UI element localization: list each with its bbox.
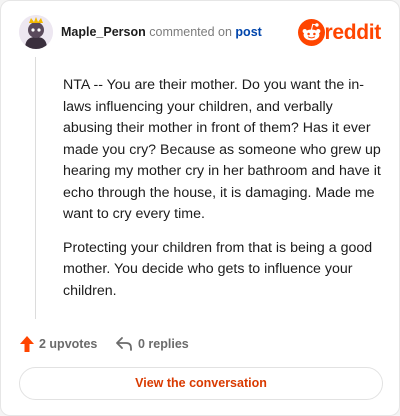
upvote-count: 2 upvotes	[39, 337, 98, 351]
upvote-arrow-icon	[20, 336, 34, 352]
upvote-button[interactable]: 2 upvotes	[19, 334, 97, 354]
comment-embed-card: Maple_Person commented on post reddit NT…	[0, 0, 400, 416]
byline-action: commented on	[149, 25, 232, 39]
comment-header: Maple_Person commented on post reddit	[19, 15, 381, 51]
comment-body: NTA -- You are their mother. Do you want…	[63, 75, 383, 314]
comment-footer: 2 upvotes 0 replies	[19, 334, 381, 354]
thread-line	[35, 57, 36, 319]
username[interactable]: Maple_Person	[61, 25, 146, 39]
post-link[interactable]: post	[235, 25, 261, 39]
reply-count: 0 replies	[138, 337, 189, 351]
comment-paragraph: NTA -- You are their mother. Do you want…	[63, 77, 381, 222]
reddit-wordmark: reddit	[324, 21, 381, 44]
view-conversation-button[interactable]: View the conversation	[19, 367, 383, 400]
comment-paragraph: Protecting your children from that is be…	[63, 239, 373, 299]
reddit-snoo-icon	[298, 19, 325, 46]
avatar[interactable]	[19, 15, 53, 49]
reply-arrow-icon	[116, 337, 132, 351]
byline: Maple_Person commented on post	[61, 25, 262, 39]
reply-button[interactable]: 0 replies	[115, 334, 189, 354]
